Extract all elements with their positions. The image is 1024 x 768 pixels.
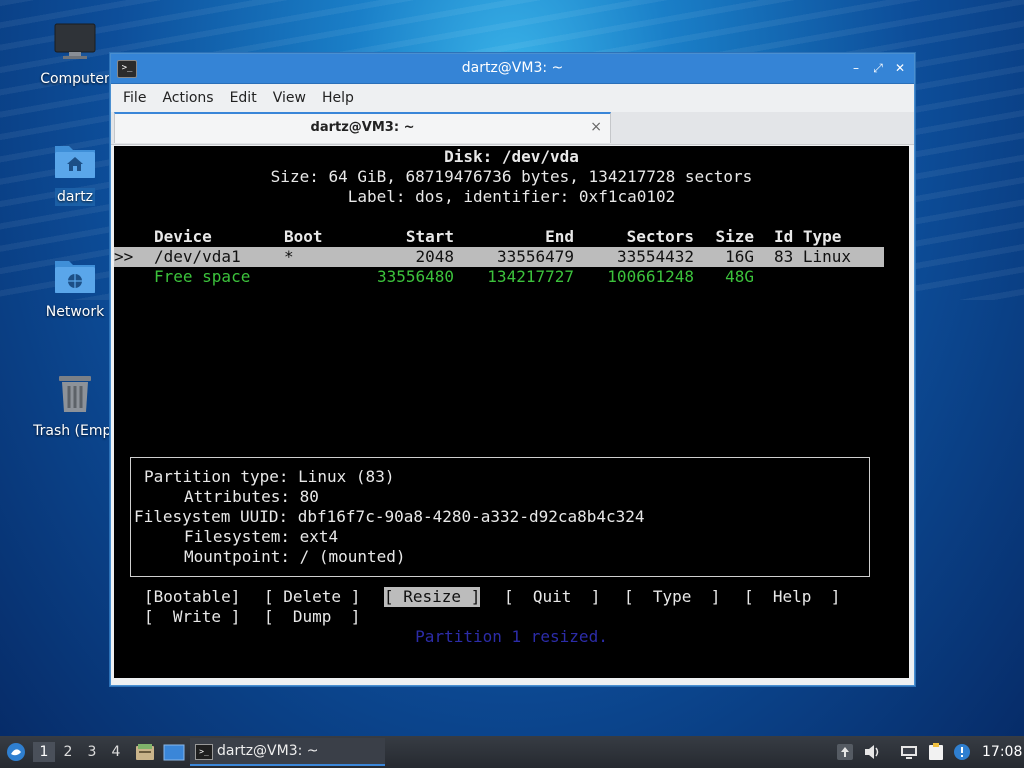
desktop-icon-network[interactable]: Network <box>27 255 123 321</box>
desktop-icon-label: Network <box>45 304 105 320</box>
delete-button[interactable]: [ Delete ] <box>264 587 360 607</box>
update-notification-icon[interactable] <box>953 743 971 761</box>
start-menu-icon[interactable] <box>5 742 27 762</box>
info-line: Partition type: Linux (83) <box>114 467 909 487</box>
desktop-icon-trash[interactable]: Trash (Empt <box>27 372 123 440</box>
col-idtype: Id Type <box>774 227 842 246</box>
tab-terminal[interactable]: dartz@VM3: ~ × <box>114 112 611 143</box>
taskbar: 1 2 3 4 >_ dartz@VM3: ~ 17:08 <box>0 736 1024 768</box>
network-folder-icon <box>55 261 95 293</box>
row-start: 2048 <box>415 247 454 266</box>
file-manager-icon[interactable] <box>135 743 155 761</box>
col-sectors: Sectors <box>626 227 694 246</box>
row-end: 134217727 <box>487 267 574 286</box>
menu-view[interactable]: View <box>265 90 314 106</box>
workspace-3[interactable]: 3 <box>81 742 103 762</box>
tab-label: dartz@VM3: ~ <box>310 120 415 135</box>
partition-table-header: Device Boot Start End Sectors Size Id Ty… <box>114 227 909 247</box>
upload-icon[interactable] <box>836 743 854 761</box>
desktop-icon-label: Trash (Empt <box>33 423 117 439</box>
row-size: 16G <box>725 247 754 266</box>
info-line: Filesystem: ext4 <box>114 527 909 547</box>
trash-icon <box>59 376 91 412</box>
terminal-icon: >_ <box>195 744 213 760</box>
row-idtype: 83 Linux <box>774 247 852 266</box>
disk-label: Label: dos, identifier: 0xf1ca0102 <box>347 187 676 206</box>
row-device: Free space <box>154 267 251 286</box>
row-end: 33556479 <box>496 247 574 266</box>
dump-button[interactable]: [ Dump ] <box>264 607 360 627</box>
resize-button[interactable]: [ Resize ] <box>384 587 481 607</box>
row-size: 48G <box>725 267 754 286</box>
write-button[interactable]: [ Write ] <box>144 607 240 627</box>
workspace-1[interactable]: 1 <box>33 742 55 762</box>
info-line: Mountpoint: / (mounted) <box>114 547 909 567</box>
volume-icon[interactable] <box>863 743 881 761</box>
col-end: End <box>545 227 574 246</box>
task-terminal[interactable]: >_ dartz@VM3: ~ <box>190 738 385 766</box>
terminal-window: >_ dartz@VM3: ~ – ⤢ ✕ File Actions Edit … <box>110 53 915 686</box>
row-sectors: 33554432 <box>616 247 694 266</box>
menu-bar: File Actions Edit View Help <box>111 84 914 112</box>
desktop-icon-computer[interactable]: Computer <box>27 22 123 88</box>
clock[interactable]: 17:08 <box>982 736 1022 768</box>
minimize-button[interactable]: – <box>848 60 864 76</box>
window-titlebar[interactable]: >_ dartz@VM3: ~ – ⤢ ✕ <box>111 54 914 84</box>
menu-actions[interactable]: Actions <box>154 90 221 106</box>
desktop-icon-home[interactable]: dartz <box>27 140 123 206</box>
col-boot: Boot <box>284 227 323 246</box>
tab-bar: dartz@VM3: ~ × <box>111 112 914 145</box>
row-sectors: 100661248 <box>607 267 694 286</box>
bootable-button[interactable]: [Bootable] <box>144 587 240 607</box>
info-uuid: Filesystem UUID: dbf16f7c-90a8-4280-a332… <box>134 507 645 526</box>
table-row[interactable]: >> /dev/vda1 * 2048 33556479 33554432 16… <box>114 247 884 267</box>
close-button[interactable]: ✕ <box>892 60 908 76</box>
info-filesystem: Filesystem: ext4 <box>184 527 339 546</box>
help-button[interactable]: [ Help ] <box>744 587 840 607</box>
workspace-2[interactable]: 2 <box>57 742 79 762</box>
table-row[interactable]: Free space 33556480 134217727 100661248 … <box>114 267 909 287</box>
workspace-4[interactable]: 4 <box>105 742 127 762</box>
menu-help[interactable]: Help <box>314 90 362 106</box>
menu-edit[interactable]: Edit <box>222 90 265 106</box>
task-label: dartz@VM3: ~ <box>217 743 319 759</box>
info-line: Attributes: 80 <box>114 487 909 507</box>
info-mountpoint: Mountpoint: / (mounted) <box>184 547 406 566</box>
action-row: [ Write ] [ Dump ] <box>114 607 909 627</box>
desktop-icon-label: Computer <box>40 71 110 87</box>
terminal-screen[interactable]: Disk: /dev/vda Size: 64 GiB, 68719476736… <box>114 146 909 678</box>
network-icon[interactable] <box>900 743 918 761</box>
info-attributes: Attributes: 80 <box>184 487 319 506</box>
info-line: Filesystem UUID: dbf16f7c-90a8-4280-a332… <box>114 507 909 527</box>
clipboard-icon[interactable] <box>927 743 945 761</box>
col-start: Start <box>405 227 454 246</box>
window-title: dartz@VM3: ~ <box>461 60 564 76</box>
row-device: /dev/vda1 <box>154 247 241 266</box>
menu-file[interactable]: File <box>115 90 154 106</box>
show-desktop-icon[interactable] <box>163 744 185 761</box>
home-folder-icon <box>55 146 95 178</box>
row-start: 33556480 <box>376 267 454 286</box>
desktop-icon-label: dartz <box>54 188 96 206</box>
disk-title: Disk: /dev/vda <box>444 147 579 166</box>
tab-close-icon[interactable]: × <box>590 119 602 135</box>
maximize-button[interactable]: ⤢ <box>870 60 886 76</box>
status-message: Partition 1 resized. <box>415 627 608 646</box>
disk-size: Size: 64 GiB, 68719476736 bytes, 1342177… <box>270 167 753 186</box>
action-row: [Bootable] [ Delete ] [ Resize ] [ Quit … <box>114 587 909 607</box>
monitor-icon <box>54 23 96 59</box>
quit-button[interactable]: [ Quit ] <box>504 587 600 607</box>
row-boot: * <box>284 247 294 266</box>
row-cursor: >> <box>114 247 134 266</box>
type-button[interactable]: [ Type ] <box>624 587 720 607</box>
col-size: Size <box>715 227 754 246</box>
col-device: Device <box>154 227 212 246</box>
info-partition-type: Partition type: Linux (83) <box>144 467 395 486</box>
